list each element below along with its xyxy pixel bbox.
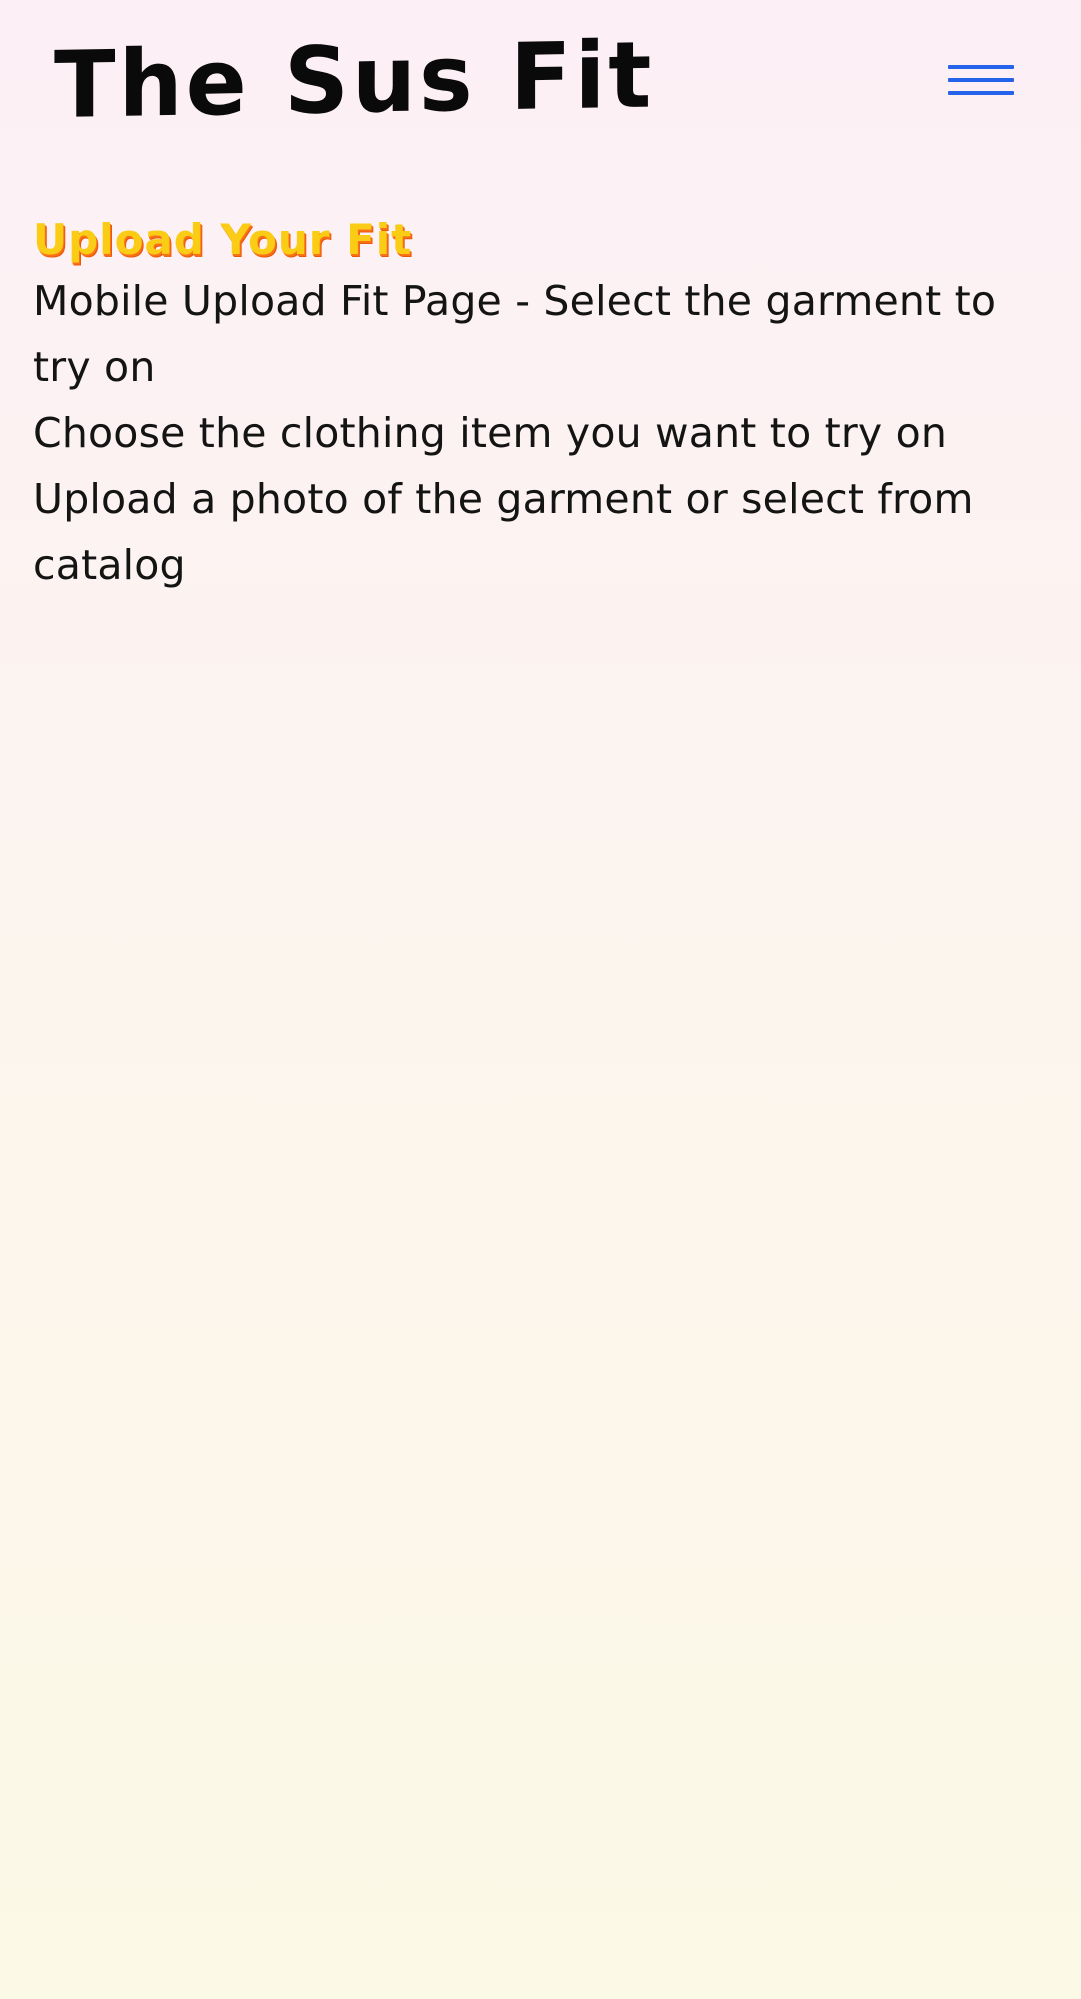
menu-bar-bottom (948, 91, 1014, 95)
page-title: Upload Your Fit (33, 215, 413, 264)
upload-fit-content: Upload Your Fit Mobile Upload Fit Page -… (33, 212, 1043, 598)
instruction-upload-photo: Upload a photo of the garment or select … (33, 475, 974, 589)
menu-bar-top (948, 65, 1014, 69)
instruction-choose-item: Choose the clothing item you want to try… (33, 409, 948, 457)
hamburger-menu-icon[interactable] (938, 58, 1020, 114)
menu-bar-middle (948, 78, 1014, 82)
site-header: The Sus Fit (0, 0, 1081, 180)
brand-logo[interactable]: The Sus Fit (54, 22, 654, 139)
page-description: Mobile Upload Fit Page - Select the garm… (33, 277, 997, 391)
